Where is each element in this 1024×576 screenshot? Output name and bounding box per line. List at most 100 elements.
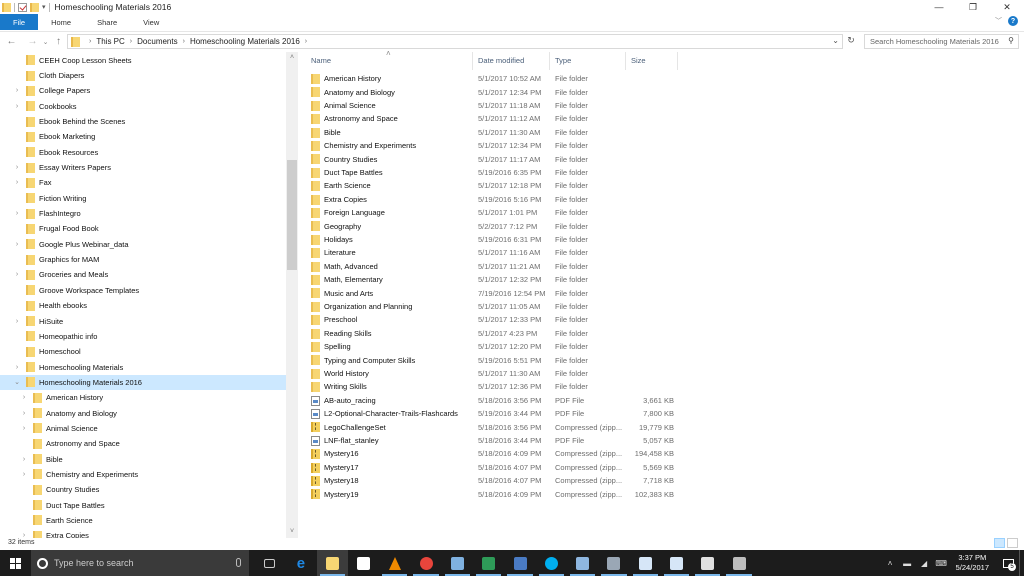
column-header-date-modified[interactable]: Date modified [478,56,524,65]
nav-tree-item[interactable]: CEEH Coop Lesson Sheets [0,53,286,68]
file-row[interactable]: Mystery19 5/18/2016 4:09 PM Compressed (zi… [306,487,678,500]
file-row[interactable]: Chemistry and Experiments 5/1/2017 12:34 … [306,139,678,152]
nav-tree-item[interactable]: › Fax [0,175,286,190]
scroll-down-icon[interactable]: ˅ [286,526,298,538]
nav-tree-item[interactable]: › Chemistry and Experiments [0,467,286,482]
file-row[interactable]: Mystery17 5/18/2016 4:07 PM Compressed (zi… [306,461,678,474]
file-row[interactable]: Typing and Computer Skills 5/19/2016 5:51… [306,353,678,366]
nav-tree-item[interactable]: › Animal Science [0,421,286,436]
nav-tree-item[interactable]: › Groceries and Meals [0,267,286,282]
breadcrumb-separator-icon[interactable]: › [89,38,91,45]
customize-toolbar-dropdown-icon[interactable]: ▾ [42,3,46,11]
search-icon[interactable]: ⚲ [1008,36,1014,45]
expand-ribbon-icon[interactable]: ﹀ [995,16,1002,26]
properties-icon[interactable] [18,2,27,12]
nav-tree-item[interactable]: › FlashIntegro [0,206,286,221]
back-arrow-icon[interactable]: ← [5,36,18,47]
nav-tree-item[interactable]: ⌄ Homeschooling Materials 2016 [0,374,286,391]
restore-button[interactable]: ❐ [956,0,990,14]
nav-tree-item[interactable]: Fiction Writing [0,191,286,206]
nav-tree-item[interactable]: Astronomy and Space [0,436,286,451]
chevron-down-icon[interactable]: ⌄ [13,378,21,386]
chevron-right-icon[interactable]: › [13,318,21,325]
column-divider[interactable] [677,52,678,70]
file-row[interactable]: Mystery16 5/18/2016 4:09 PM Compressed (zi… [306,447,678,460]
file-row[interactable]: Organization and Planning 5/1/2017 11:05 … [306,300,678,313]
file-row[interactable]: LNF-flat_stanley 5/18/2016 3:44 PM PDF Fil… [306,434,678,447]
file-row[interactable]: Literature 5/1/2017 11:16 AM File folder [306,246,678,259]
nav-tree-item[interactable]: Homeschool [0,344,286,359]
details-view-icon[interactable] [994,538,1005,548]
file-row[interactable]: Duct Tape Battles 5/19/2016 6:35 PM File f… [306,166,678,179]
recent-locations-chevron-icon[interactable]: ⌄ [39,38,52,46]
nav-tree-item[interactable]: › HiSuite [0,313,286,328]
file-row[interactable]: Geography 5/2/2017 7:12 PM File folder [306,219,678,232]
breadcrumb-separator-icon[interactable]: › [183,38,185,45]
file-row[interactable]: Earth Science 5/1/2017 12:18 PM File folde… [306,179,678,192]
taskbar-app-calculator[interactable] [692,550,723,576]
chevron-right-icon[interactable]: › [20,471,28,478]
taskbar-app-skype[interactable] [536,550,567,576]
column-header-name[interactable]: Name [311,56,331,65]
file-row[interactable]: Foreign Language 5/1/2017 1:01 PM File fol… [306,206,678,219]
file-row[interactable]: Anatomy and Biology 5/1/2017 12:34 PM File… [306,85,678,98]
tab-share[interactable]: Share [84,14,130,30]
chevron-right-icon[interactable]: › [13,179,21,186]
action-center-button[interactable]: 5 [997,550,1019,576]
nav-tree-item[interactable]: › Google Plus Webinar_data [0,237,286,252]
show-desktop-button[interactable] [1019,550,1024,576]
column-divider[interactable] [472,52,473,70]
taskbar-search-box[interactable]: Type here to search [31,550,249,576]
taskbar-app-file-explorer[interactable] [316,550,348,576]
nav-tree-item[interactable]: Ebook Resources [0,145,286,160]
chevron-right-icon[interactable]: › [13,164,21,171]
breadcrumb-separator-icon[interactable]: › [305,38,307,45]
nav-tree-item[interactable]: Duct Tape Battles [0,497,286,512]
tab-file[interactable]: File [0,14,39,30]
start-button[interactable] [0,550,30,576]
chevron-right-icon[interactable]: › [20,456,28,463]
nav-tree-item[interactable]: › Homeschooling Materials [0,359,286,374]
file-row[interactable]: Math, Elementary 5/1/2017 12:32 PM File fo… [306,273,678,286]
nav-tree-item[interactable]: › College Papers [0,83,286,98]
column-header-type[interactable]: Type [555,56,571,65]
file-row[interactable]: Preschool 5/1/2017 12:33 PM File folder [306,313,678,326]
close-button[interactable]: ✕ [990,0,1024,14]
scroll-up-icon[interactable]: ˄ [286,52,298,64]
file-row[interactable]: Bible 5/1/2017 11:30 AM File folder [306,126,678,139]
nav-pane-scrollbar[interactable]: ˄ ˅ [286,52,298,538]
file-row[interactable]: Reading Skills 5/1/2017 4:23 PM File folde… [306,327,678,340]
address-bar[interactable]: › This PC › Documents › Homeschooling Ma… [67,34,843,49]
taskbar-app-notepad-app[interactable] [442,550,473,576]
taskbar-app-edge[interactable]: e [285,550,316,576]
taskbar-app-store[interactable] [348,550,379,576]
taskbar-app-file-b[interactable] [661,550,692,576]
nav-tree-item[interactable]: › Bible [0,451,286,466]
taskbar-app-chrome[interactable] [410,550,441,576]
breadcrumb-separator-icon[interactable]: › [130,38,132,45]
file-row[interactable]: LegoChallengeSet 5/18/2016 3:56 PM Compres… [306,420,678,433]
breadcrumb-this-pc[interactable]: This PC [96,37,124,46]
chevron-right-icon[interactable]: › [13,241,21,248]
column-divider[interactable] [549,52,550,70]
clock[interactable]: 3:37 PM 5/24/2017 [956,553,989,573]
file-row[interactable]: Country Studies 5/1/2017 11:17 AM File fol… [306,152,678,165]
nav-tree-item[interactable]: › Essay Writers Papers [0,160,286,175]
taskbar-app-excel[interactable] [473,550,504,576]
nav-tree-item[interactable]: Health ebooks [0,298,286,313]
scrollbar-thumb[interactable] [287,160,297,270]
chevron-right-icon[interactable]: › [13,87,21,94]
nav-tree-item[interactable]: Earth Science [0,513,286,528]
microphone-icon[interactable] [236,558,241,567]
file-row[interactable]: L2-Optional-Character-Trails-Flashcards 5… [306,407,678,420]
file-row[interactable]: Astronomy and Space 5/1/2017 11:12 AM File… [306,112,678,125]
nav-tree-item[interactable]: › Extra Copies [0,528,286,538]
file-row[interactable]: Holidays 5/19/2016 6:31 PM File folder [306,233,678,246]
taskbar-app-remote-desktop[interactable] [598,550,629,576]
nav-tree-item[interactable]: Ebook Behind the Scenes [0,114,286,129]
file-row[interactable]: World History 5/1/2017 11:30 AM File folde… [306,367,678,380]
nav-tree-item[interactable]: Country Studies [0,482,286,497]
file-row[interactable]: Math, Advanced 5/1/2017 11:21 AM File fold… [306,260,678,273]
chevron-right-icon[interactable]: › [13,103,21,110]
column-header-size[interactable]: Size [631,56,646,65]
